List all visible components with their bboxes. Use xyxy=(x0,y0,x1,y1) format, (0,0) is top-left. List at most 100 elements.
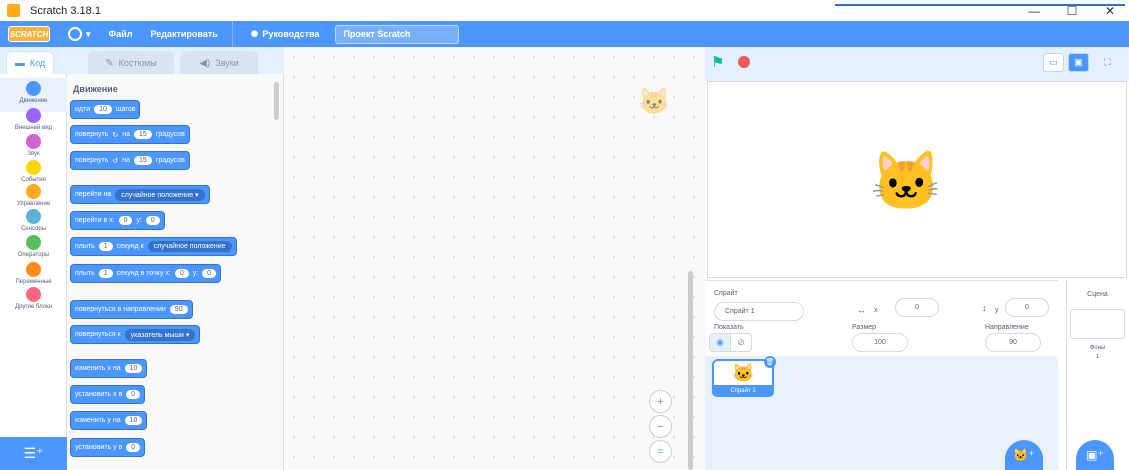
block-go-to-xy[interactable]: перейти в x: 0 y: 0 xyxy=(70,211,165,230)
category-my-blocks[interactable]: Другие блоки xyxy=(0,287,67,327)
category-dot xyxy=(26,235,41,250)
stop-icon[interactable] xyxy=(738,56,750,68)
block-text: градусов xyxy=(155,131,185,138)
block-dropdown[interactable]: случайное положение xyxy=(147,241,232,252)
fullscreen-icon: ⛶ xyxy=(1104,57,1111,67)
block-input[interactable]: 0 xyxy=(174,269,189,278)
stage-pane-title: Сцена xyxy=(1087,291,1108,298)
green-flag-icon[interactable]: ⚑ xyxy=(711,53,724,71)
block-input[interactable]: 0 xyxy=(126,443,141,452)
block-input[interactable]: 10 xyxy=(94,105,112,114)
block-dropdown[interactable]: случайное положение ▾ xyxy=(115,188,205,201)
menu-file[interactable]: Файл xyxy=(109,29,133,39)
tab-code[interactable]: ▬ Код xyxy=(6,51,54,74)
tab-costumes[interactable]: ✎ Костюмы xyxy=(88,51,174,74)
block-point-direction[interactable]: повернуться в направлении 90 xyxy=(70,300,193,319)
tab-code-label: Код xyxy=(29,58,46,68)
block-input[interactable]: 0 xyxy=(118,216,133,225)
code-area-scrollbar[interactable] xyxy=(688,271,693,470)
block-input[interactable]: 1 xyxy=(98,269,113,278)
block-change-x[interactable]: изменить х на 10 xyxy=(70,359,148,378)
block-turn-left[interactable]: повернуть ↺ на 15 градусов xyxy=(70,151,190,170)
lightbulb-icon: ✺ xyxy=(250,28,259,39)
fullscreen-button[interactable]: ⛶ xyxy=(1097,53,1118,72)
block-glide-to-xy[interactable]: плыть 1 секунд в точку x: 0 y: 0 xyxy=(70,264,222,283)
scratch-logo[interactable]: SCRATCH xyxy=(8,26,50,42)
eye-icon: ◉ xyxy=(716,337,724,347)
zoom-reset-button[interactable]: = xyxy=(649,440,672,463)
block-change-y[interactable]: изменить у на 10 xyxy=(70,411,148,430)
size-input[interactable]: 100 xyxy=(852,333,908,352)
category-dot xyxy=(26,209,41,224)
show-hidden-toggle[interactable]: ⊘ xyxy=(730,333,752,352)
block-glide-to[interactable]: плыть 1 секунд к случайное положение xyxy=(70,237,237,256)
stage-thumbnail[interactable] xyxy=(1070,309,1125,339)
x-label: x xyxy=(874,307,878,314)
category-dot xyxy=(26,81,41,96)
sprite-name-input[interactable]: Спрайт 1 xyxy=(714,302,804,321)
block-input[interactable]: 90 xyxy=(169,305,188,314)
add-extension-button[interactable]: ☰⁺ xyxy=(0,437,67,470)
direction-input[interactable]: 90 xyxy=(985,333,1041,352)
sprite-cat-icon[interactable]: 🐱 xyxy=(870,148,942,216)
block-input[interactable]: 10 xyxy=(124,416,143,425)
category-dot xyxy=(26,134,41,149)
zoom-in-button[interactable]: + xyxy=(649,390,672,413)
add-backdrop-button[interactable]: ▣⁺ xyxy=(1076,440,1114,470)
block-input[interactable]: 0 xyxy=(126,390,141,399)
block-text: на xyxy=(122,131,130,138)
category-dot xyxy=(26,184,41,199)
block-point-towards[interactable]: повернуться к указатель мыши ▾ xyxy=(70,325,201,344)
block-text: плыть xyxy=(75,243,95,250)
language-menu[interactable]: ▾ xyxy=(68,27,91,41)
category-label: Операторы xyxy=(17,252,50,258)
sprite-tile-label: Спрайт 1 xyxy=(712,385,774,397)
stage-header xyxy=(705,47,1129,81)
block-text: повернуть xyxy=(75,131,109,138)
block-go-to[interactable]: перейти на случайное положение ▾ xyxy=(70,185,210,204)
category-dot xyxy=(26,160,41,175)
block-set-y[interactable]: установить у в 0 xyxy=(70,438,146,457)
block-input[interactable]: 10 xyxy=(124,364,143,373)
tab-sounds[interactable]: ◀) Звуки xyxy=(180,51,258,74)
tab-costumes-label: Костюмы xyxy=(118,58,157,68)
window-title: Scratch 3.18.1 xyxy=(30,4,101,17)
block-text: установить у в xyxy=(75,444,123,451)
category-label: Внешний вид xyxy=(14,125,53,131)
zoom-out-button[interactable]: − xyxy=(649,415,672,438)
sprite-name-label: Спрайт xyxy=(714,290,738,297)
delete-sprite-icon[interactable]: 🗑 xyxy=(764,356,776,368)
block-turn-right[interactable]: повернуть ↻ на 15 градусов xyxy=(70,125,190,144)
block-palette: Движение идти 10 шагов повернуть ↻ на 15… xyxy=(67,74,284,470)
block-move-steps[interactable]: идти 10 шагов xyxy=(70,100,141,119)
category-dot xyxy=(26,287,41,302)
menu-tutorials[interactable]: ✺ Руководства xyxy=(251,29,320,40)
cat-add-icon: 🐱⁺ xyxy=(1013,448,1035,462)
block-text: перейти в x: xyxy=(75,217,115,224)
block-text: установить х в xyxy=(75,391,123,398)
add-sprite-button[interactable]: 🐱⁺ xyxy=(1005,440,1043,470)
project-title-input[interactable]: Проект Scratch xyxy=(335,24,460,44)
block-set-x[interactable]: установить х в 0 xyxy=(70,385,146,404)
block-input[interactable]: 15 xyxy=(133,156,152,165)
category-label: Переменные xyxy=(15,279,52,285)
block-input[interactable]: 0 xyxy=(145,216,160,225)
menu-edit[interactable]: Редактировать xyxy=(150,29,217,39)
x-input[interactable]: 0 xyxy=(895,298,939,317)
size-label: Размер xyxy=(852,324,877,331)
block-text: градусов xyxy=(155,157,185,164)
category-operators[interactable]: Операторы xyxy=(0,235,67,265)
category-label: Сенсоры xyxy=(20,226,47,232)
block-input[interactable]: 15 xyxy=(133,130,152,139)
eye-off-icon: ⊘ xyxy=(737,337,745,347)
small-stage-button[interactable]: ▭ xyxy=(1043,53,1064,72)
show-visible-toggle[interactable]: ◉ xyxy=(709,333,731,352)
block-text: идти xyxy=(75,106,91,113)
block-dropdown[interactable]: указатель мыши ▾ xyxy=(124,328,196,341)
block-input[interactable]: 0 xyxy=(202,269,217,278)
palette-scrollbar[interactable] xyxy=(274,82,279,120)
y-input[interactable]: 0 xyxy=(1005,298,1049,317)
block-input[interactable]: 1 xyxy=(98,242,113,251)
menu-tutorials-label: Руководства xyxy=(262,29,320,39)
large-stage-button[interactable]: ▣ xyxy=(1068,53,1089,72)
